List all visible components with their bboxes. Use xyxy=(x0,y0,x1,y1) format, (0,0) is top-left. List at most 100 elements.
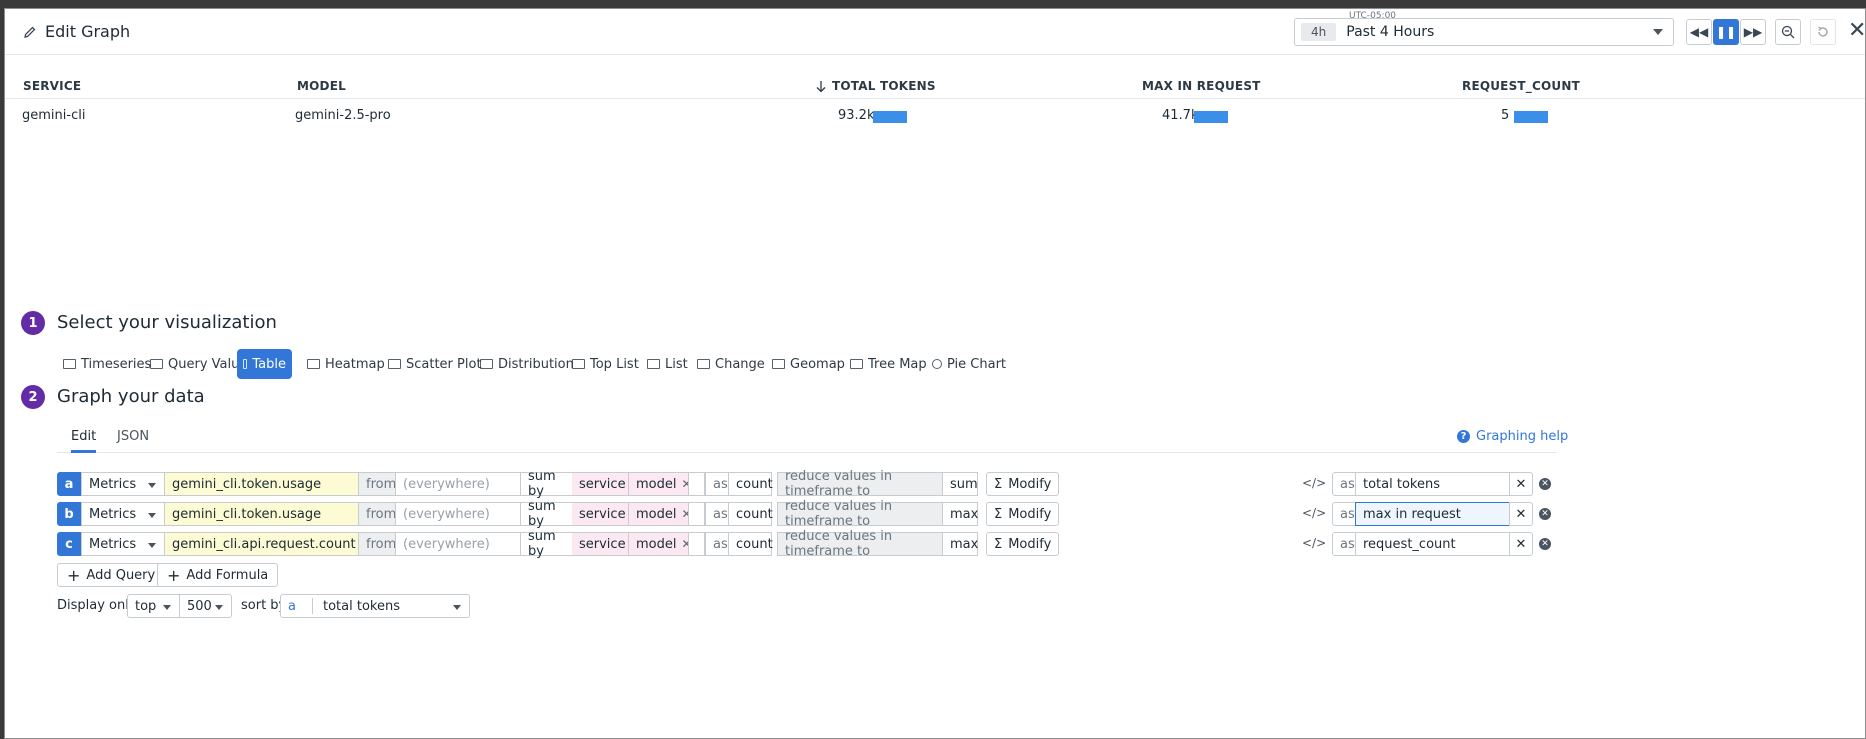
data-source-select[interactable]: Metrics xyxy=(81,502,165,526)
viz-label: Geomap xyxy=(790,356,845,372)
graphing-help-link[interactable]: ? Graphing help xyxy=(1457,429,1568,444)
sum-by-label: sum by xyxy=(520,499,573,529)
reducer-select[interactable]: sum xyxy=(942,472,978,496)
code-icon[interactable]: </> xyxy=(1302,536,1326,550)
modify-button[interactable]: Σ Modify xyxy=(986,532,1059,556)
as-type-select[interactable]: count xyxy=(728,472,773,496)
time-range-text: Past 4 Hours xyxy=(1346,24,1435,40)
alias-input[interactable]: max in request xyxy=(1355,502,1510,526)
viz-table[interactable]: Table xyxy=(237,349,292,379)
remove-query-icon[interactable]: ✕ xyxy=(1539,538,1551,550)
viz-timeseries[interactable]: Timeseries xyxy=(57,349,157,379)
query-letter[interactable]: a xyxy=(57,472,81,496)
as-type-select[interactable]: count xyxy=(728,532,773,556)
close-icon[interactable]: ✕ xyxy=(1848,19,1866,43)
sigma-icon: Σ xyxy=(994,506,1003,522)
max-in-request-bar xyxy=(1194,111,1228,123)
column-header-total-tokens[interactable]: TOTAL TOKENS xyxy=(816,79,936,93)
display-limit-select[interactable]: 500 xyxy=(179,594,232,618)
undo-icon xyxy=(1818,26,1828,37)
chevron-down-icon xyxy=(148,513,156,518)
distribution-icon xyxy=(480,359,493,369)
viz-change[interactable]: Change xyxy=(691,349,771,379)
scope-input[interactable]: (everywhere) xyxy=(395,502,521,526)
sigma-icon: Σ xyxy=(994,476,1003,492)
zoom-out-button[interactable] xyxy=(1775,19,1801,45)
remove-query-icon[interactable]: ✕ xyxy=(1539,508,1551,520)
scope-input[interactable]: (everywhere) xyxy=(395,472,521,496)
group-tag-service[interactable]: service✕ xyxy=(572,532,641,556)
group-by-input[interactable] xyxy=(688,502,705,526)
reducer-select[interactable]: max xyxy=(942,532,978,556)
viz-heatmap[interactable]: Heatmap xyxy=(301,349,391,379)
code-icon[interactable]: </> xyxy=(1302,506,1326,520)
modal-title-text: Edit Graph xyxy=(45,22,131,41)
list-icon xyxy=(647,359,660,369)
alias-input[interactable]: request_count xyxy=(1355,532,1510,556)
clear-alias-icon[interactable]: ✕ xyxy=(1509,472,1533,496)
reducer-select[interactable]: max xyxy=(942,502,978,526)
time-range-picker[interactable]: 4h Past 4 Hours xyxy=(1294,18,1674,46)
group-tag-model[interactable]: model ✕ xyxy=(629,502,692,526)
viz-tree-map[interactable]: Tree Map xyxy=(844,349,933,379)
viz-pie-chart[interactable]: Pie Chart xyxy=(926,349,1012,379)
as-type-select[interactable]: count xyxy=(728,502,773,526)
display-only-label: Display only xyxy=(57,598,137,613)
fast-forward-icon: ▶▶ xyxy=(1743,25,1763,39)
column-header-model[interactable]: MODEL xyxy=(297,79,346,93)
query-letter[interactable]: b xyxy=(57,502,81,526)
viz-label: Table xyxy=(252,356,286,372)
group-tag-model[interactable]: model ✕ xyxy=(629,532,692,556)
viz-top-list[interactable]: Top List xyxy=(566,349,645,379)
viz-label: Timeseries xyxy=(81,356,152,372)
data-source-select[interactable]: Metrics xyxy=(81,472,165,496)
viz-scatter-plot[interactable]: Scatter Plot xyxy=(382,349,488,379)
sigma-icon: Σ xyxy=(994,536,1003,552)
sort-by-select[interactable]: a total tokens xyxy=(280,594,470,618)
group-tag-model[interactable]: model ✕ xyxy=(629,472,692,496)
metric-input[interactable]: gemini_cli.api.request.count xyxy=(164,532,359,556)
group-tag-service[interactable]: service✕ xyxy=(572,502,641,526)
code-icon[interactable]: </> xyxy=(1302,476,1326,490)
pause-button[interactable]: ❚❚ xyxy=(1713,19,1739,45)
viz-geomap[interactable]: Geomap xyxy=(766,349,851,379)
group-by-input[interactable] xyxy=(688,532,705,556)
clear-alias-icon[interactable]: ✕ xyxy=(1509,502,1533,526)
reset-button[interactable] xyxy=(1810,19,1836,45)
modify-button[interactable]: Σ Modify xyxy=(986,502,1059,526)
alias-input[interactable]: total tokens xyxy=(1355,472,1510,496)
reduce-label: reduce values in timeframe to xyxy=(777,529,943,559)
add-query-button[interactable]: + Add Query xyxy=(57,563,166,587)
metric-input[interactable]: gemini_cli.token.usage xyxy=(164,502,359,526)
query-letter[interactable]: c xyxy=(57,532,81,556)
clear-alias-icon[interactable]: ✕ xyxy=(1509,532,1533,556)
group-tag-service[interactable]: service✕ xyxy=(572,472,641,496)
rewind-icon: ◀◀ xyxy=(1689,25,1709,39)
column-header-request-count[interactable]: REQUEST_COUNT xyxy=(1462,79,1580,93)
table-row[interactable]: gemini-cli gemini-2.5-pro 93.2k 41.7k 5 xyxy=(5,99,1865,133)
remove-query-icon[interactable]: ✕ xyxy=(1539,478,1551,490)
result-table: SERVICE MODEL TOTAL TOKENS MAX IN REQUES… xyxy=(5,73,1865,133)
column-header-total-tokens-label: TOTAL TOKENS xyxy=(832,79,936,93)
add-formula-button[interactable]: + Add Formula xyxy=(157,563,279,587)
modify-button[interactable]: Σ Modify xyxy=(986,472,1059,496)
metric-input[interactable]: gemini_cli.token.usage xyxy=(164,472,359,496)
column-header-service[interactable]: SERVICE xyxy=(23,79,81,93)
display-order-select[interactable]: top xyxy=(127,594,180,618)
rewind-button[interactable]: ◀◀ xyxy=(1686,19,1712,45)
step-1-badge: 1 xyxy=(21,311,45,335)
column-header-max-in-request[interactable]: MAX IN REQUEST xyxy=(1142,79,1261,93)
data-source-select[interactable]: Metrics xyxy=(81,532,165,556)
group-by-input[interactable] xyxy=(688,472,705,496)
tab-json[interactable]: JSON xyxy=(117,429,149,444)
sum-by-label: sum by xyxy=(520,529,573,559)
viz-distribution[interactable]: Distribution xyxy=(474,349,580,379)
scope-input[interactable]: (everywhere) xyxy=(395,532,521,556)
tab-edit[interactable]: Edit xyxy=(71,429,97,453)
forward-button[interactable]: ▶▶ xyxy=(1740,19,1766,45)
modify-label: Modify xyxy=(1008,536,1052,552)
viz-list[interactable]: List xyxy=(641,349,694,379)
display-order-value: top xyxy=(135,598,157,614)
tag-label: model xyxy=(636,476,677,492)
cell-max-in-request: 41.7k xyxy=(1162,108,1199,123)
